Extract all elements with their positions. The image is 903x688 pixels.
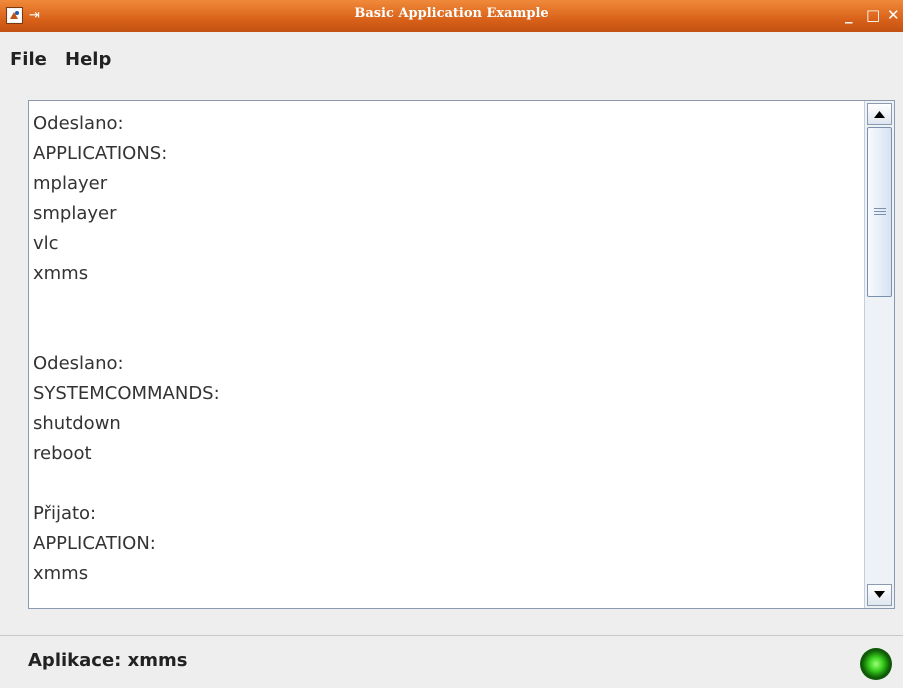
log-text-area[interactable]: Odeslano: APPLICATIONS: mplayer smplayer… [28,100,895,609]
arrow-up-icon [874,111,885,118]
scrollbar-thumb[interactable] [867,127,892,297]
scroll-down-button[interactable] [867,584,892,606]
log-line: xmms [33,263,89,284]
title-bar[interactable]: ⇥ Basic Application Example _ □ ✕ [0,0,903,32]
minimize-icon[interactable]: _ [845,5,853,25]
log-line: smplayer [33,203,117,224]
log-line: mplayer [33,173,108,194]
log-line: xmms [33,563,89,584]
log-text[interactable]: Odeslano: APPLICATIONS: mplayer smplayer… [33,109,860,608]
log-line: shutdown [33,413,121,434]
log-line: Odeslano: [33,353,124,374]
log-line: SYSTEMCOMMANDS: [33,383,220,404]
log-line: APPLICATION: [33,533,156,554]
log-line: vlc [33,233,59,254]
menu-file[interactable]: File [10,49,47,70]
status-bar: Aplikace: xmms [0,635,903,688]
maximize-icon[interactable]: □ [866,5,880,25]
log-line: Přijato: [33,503,97,524]
status-indicator-icon [860,648,892,680]
close-icon[interactable]: ✕ [887,5,900,25]
window-title: Basic Application Example [354,6,549,21]
log-line: APPLICATIONS: [33,143,168,164]
log-line: reboot [33,443,92,464]
menu-bar: File Help [0,49,903,79]
menu-help[interactable]: Help [65,49,111,70]
log-line: Odeslano: [33,113,124,134]
grip-icon [874,208,886,217]
arrow-down-icon [874,591,885,598]
vertical-scrollbar[interactable] [864,101,894,608]
status-text: Aplikace: xmms [28,650,188,671]
scroll-up-button[interactable] [867,103,892,125]
